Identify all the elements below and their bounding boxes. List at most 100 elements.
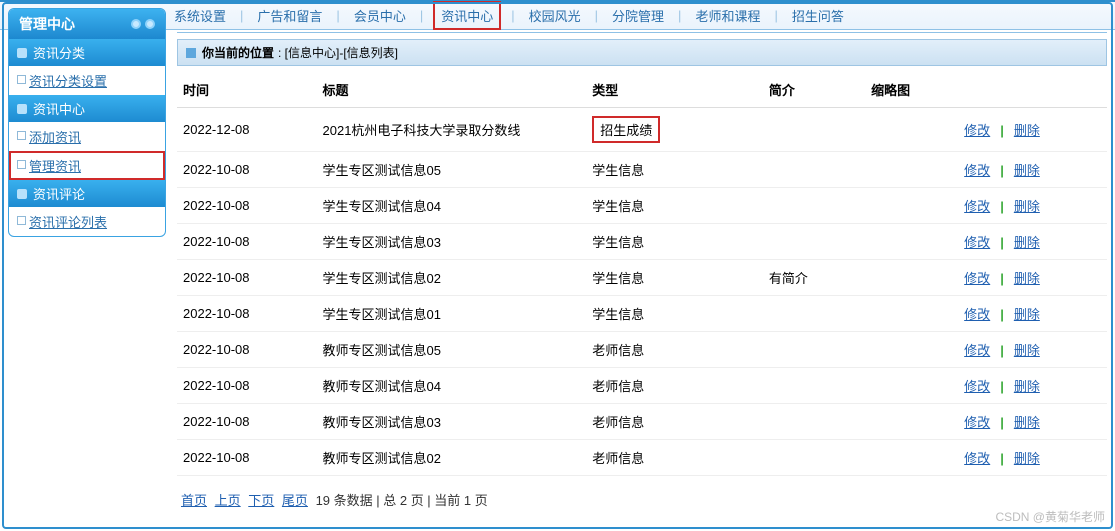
cell-type: 老师信息	[586, 404, 763, 440]
cell-type: 学生信息	[586, 296, 763, 332]
action-sep: |	[1000, 451, 1004, 466]
cell-thumb	[865, 332, 958, 368]
cell-title: 学生专区测试信息04	[317, 188, 587, 224]
cell-actions: 修改|删除	[958, 404, 1107, 440]
edit-link[interactable]: 修改	[964, 379, 990, 394]
cell-thumb	[865, 188, 958, 224]
cell-thumb	[865, 368, 958, 404]
delete-link[interactable]: 删除	[1014, 123, 1040, 138]
cell-thumb	[865, 260, 958, 296]
cell-thumb	[865, 440, 958, 476]
pager: 首页 上页 下页 尾页 19 条数据 | 总 2 页 | 当前 1 页	[177, 476, 1107, 523]
cell-date: 2022-10-08	[177, 296, 317, 332]
nav-sep: |	[511, 8, 514, 23]
cell-actions: 修改|删除	[958, 152, 1107, 188]
cell-actions: 修改|删除	[958, 332, 1107, 368]
cell-thumb	[865, 296, 958, 332]
cell-date: 2022-10-08	[177, 404, 317, 440]
nav-item[interactable]: 老师和课程	[691, 6, 764, 25]
action-sep: |	[1000, 123, 1004, 138]
cell-thumb	[865, 224, 958, 260]
sidebar-item[interactable]: 管理资讯	[9, 151, 165, 180]
cell-type: 学生信息	[586, 188, 763, 224]
delete-link[interactable]: 删除	[1014, 307, 1040, 322]
sidebar-section[interactable]: 资讯分类	[9, 39, 165, 66]
edit-link[interactable]: 修改	[964, 163, 990, 178]
table-row: 2022-10-08教师专区测试信息05老师信息修改|删除	[177, 332, 1107, 368]
sidebar-item[interactable]: 添加资讯	[9, 122, 165, 151]
sidebar-item[interactable]: 资讯评论列表	[9, 207, 165, 236]
cell-date: 2022-10-08	[177, 440, 317, 476]
nav-item[interactable]: 系统设置	[170, 6, 230, 25]
cell-summary	[763, 108, 865, 152]
sidebar-title: 管理中心	[9, 9, 165, 39]
nav-sep: |	[774, 8, 777, 23]
main-panel: 你当前的位置 : [信息中心]-[信息列表] 时间标题类型简介缩略图 2022-…	[177, 32, 1107, 513]
action-sep: |	[1000, 271, 1004, 286]
pager-info: 19 条数据 | 总 2 页 | 当前 1 页	[316, 493, 488, 508]
edit-link[interactable]: 修改	[964, 343, 990, 358]
cell-type: 招生成绩	[586, 108, 763, 152]
col-header: 标题	[317, 72, 587, 108]
table-row: 2022-10-08学生专区测试信息03学生信息修改|删除	[177, 224, 1107, 260]
nav-item[interactable]: 分院管理	[608, 6, 668, 25]
nav-sep: |	[595, 8, 598, 23]
pager-prev[interactable]: 上页	[215, 493, 241, 508]
pager-next[interactable]: 下页	[248, 493, 274, 508]
cell-summary	[763, 188, 865, 224]
col-header: 时间	[177, 72, 317, 108]
cell-title: 2021杭州电子科技大学录取分数线	[317, 108, 587, 152]
cell-title: 学生专区测试信息02	[317, 260, 587, 296]
nav-item[interactable]: 校园风光	[525, 6, 585, 25]
cell-date: 2022-12-08	[177, 108, 317, 152]
delete-link[interactable]: 删除	[1014, 271, 1040, 286]
sidebar: 管理中心 资讯分类资讯分类设置资讯中心添加资讯管理资讯资讯评论资讯评论列表	[8, 8, 166, 237]
watermark: CSDN @黄菊华老师	[995, 508, 1105, 525]
cell-title: 教师专区测试信息03	[317, 404, 587, 440]
nav-item[interactable]: 招生问答	[788, 6, 848, 25]
nav-sep: |	[240, 8, 243, 23]
cell-summary	[763, 152, 865, 188]
table-row: 2022-10-08学生专区测试信息02学生信息有简介修改|删除	[177, 260, 1107, 296]
breadcrumb-path: : [信息中心]-[信息列表]	[278, 44, 398, 61]
cell-summary: 有简介	[763, 260, 865, 296]
cell-type: 学生信息	[586, 260, 763, 296]
col-header: 缩略图	[865, 72, 958, 108]
delete-link[interactable]: 删除	[1014, 343, 1040, 358]
edit-link[interactable]: 修改	[964, 123, 990, 138]
nav-sep: |	[420, 8, 423, 23]
delete-link[interactable]: 删除	[1014, 235, 1040, 250]
cell-date: 2022-10-08	[177, 224, 317, 260]
pager-last[interactable]: 尾页	[282, 493, 308, 508]
nav-item[interactable]: 资讯中心	[433, 1, 501, 30]
nav-item[interactable]: 广告和留言	[253, 6, 326, 25]
table-row: 2022-10-08学生专区测试信息05学生信息修改|删除	[177, 152, 1107, 188]
nav-item[interactable]: 会员中心	[350, 6, 410, 25]
delete-link[interactable]: 删除	[1014, 199, 1040, 214]
edit-link[interactable]: 修改	[964, 271, 990, 286]
cell-title: 学生专区测试信息03	[317, 224, 587, 260]
sidebar-section[interactable]: 资讯评论	[9, 180, 165, 207]
edit-link[interactable]: 修改	[964, 235, 990, 250]
delete-link[interactable]: 删除	[1014, 415, 1040, 430]
cell-date: 2022-10-08	[177, 152, 317, 188]
sidebar-item[interactable]: 资讯分类设置	[9, 66, 165, 95]
action-sep: |	[1000, 379, 1004, 394]
delete-link[interactable]: 删除	[1014, 379, 1040, 394]
pager-first[interactable]: 首页	[181, 493, 207, 508]
cell-type: 老师信息	[586, 332, 763, 368]
edit-link[interactable]: 修改	[964, 451, 990, 466]
cell-summary	[763, 224, 865, 260]
edit-link[interactable]: 修改	[964, 415, 990, 430]
edit-link[interactable]: 修改	[964, 307, 990, 322]
cell-type: 学生信息	[586, 152, 763, 188]
top-nav: 系统设置|广告和留言|会员中心|资讯中心|校园风光|分院管理|老师和课程|招生问…	[0, 0, 1115, 30]
delete-link[interactable]: 删除	[1014, 451, 1040, 466]
sidebar-title-text: 管理中心	[19, 14, 75, 34]
delete-link[interactable]: 删除	[1014, 163, 1040, 178]
cell-actions: 修改|删除	[958, 188, 1107, 224]
sidebar-section[interactable]: 资讯中心	[9, 95, 165, 122]
col-header: 简介	[763, 72, 865, 108]
edit-link[interactable]: 修改	[964, 199, 990, 214]
table-row: 2022-10-08学生专区测试信息01学生信息修改|删除	[177, 296, 1107, 332]
